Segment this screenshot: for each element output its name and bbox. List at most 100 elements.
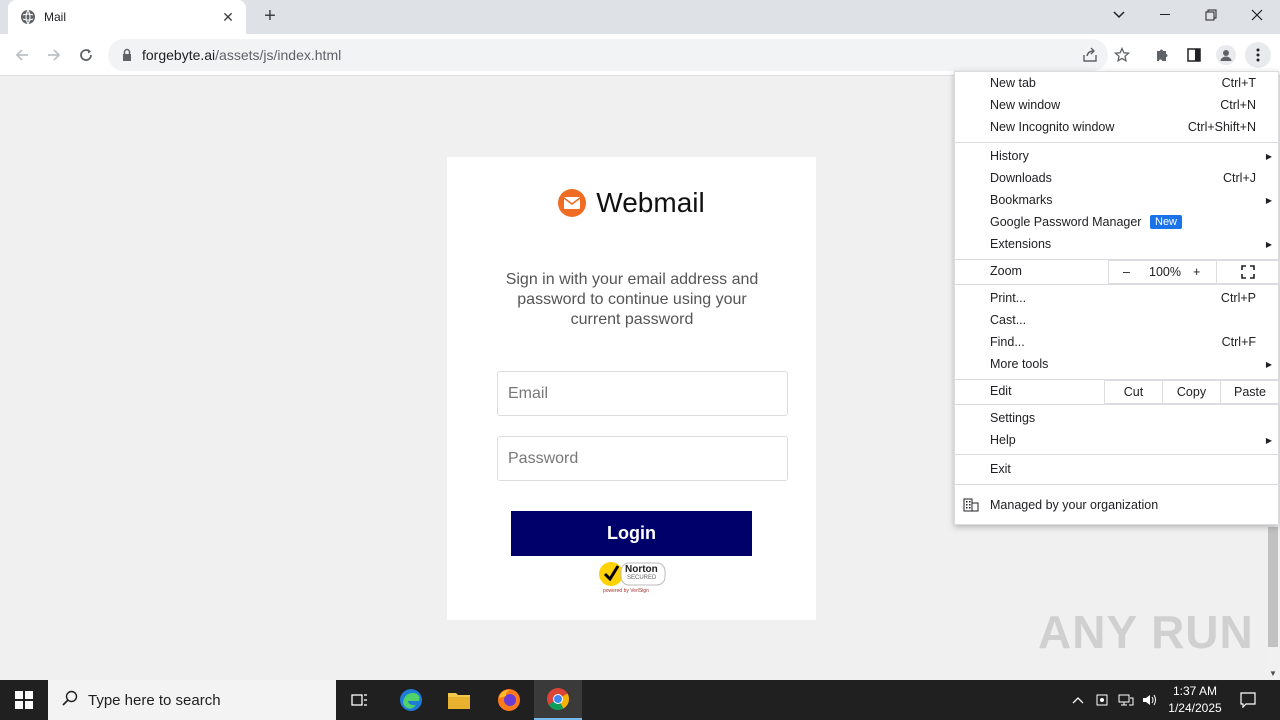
zoom-in-button[interactable]: +	[1193, 265, 1200, 279]
back-arrow-icon[interactable]	[9, 42, 35, 68]
edge-browser-icon[interactable]	[387, 680, 435, 720]
menu-label: Cast...	[990, 313, 1027, 327]
notifications-icon[interactable]	[1236, 680, 1260, 720]
menu-item-settings[interactable]: Settings	[955, 407, 1280, 429]
menu-shortcut: Ctrl+Shift+N	[1187, 120, 1256, 134]
minimize-button[interactable]	[1142, 0, 1188, 30]
file-explorer-icon[interactable]	[435, 680, 483, 720]
menu-item-more-tools[interactable]: More tools ▶	[955, 353, 1280, 375]
email-field[interactable]	[497, 371, 788, 416]
building-icon	[963, 498, 979, 515]
submenu-arrow-icon: ▶	[1265, 435, 1272, 445]
menu-label: Find...	[990, 335, 1025, 349]
chrome-menu-icon[interactable]	[1245, 42, 1271, 68]
tab-search-icon[interactable]	[1096, 0, 1142, 30]
windows-start-icon[interactable]	[0, 680, 48, 720]
browser-tab[interactable]: Mail ✕	[8, 0, 246, 34]
taskbar-clock[interactable]: 1:37 AM 1/24/2025	[1160, 683, 1230, 717]
menu-item-new-window[interactable]: New window Ctrl+N	[955, 94, 1280, 116]
menu-label: Downloads	[990, 171, 1052, 185]
lock-icon	[120, 48, 134, 62]
menu-item-help[interactable]: Help ▶	[955, 429, 1280, 451]
menu-label: Settings	[990, 411, 1036, 425]
submenu-arrow-icon: ▶	[1265, 239, 1272, 249]
forward-arrow-icon[interactable]	[41, 42, 67, 68]
taskbar-search-box[interactable]: Type here to search	[48, 680, 336, 720]
menu-item-history[interactable]: History ▶	[955, 145, 1280, 167]
address-bar[interactable]: forgebyte.ai/assets/js/index.html	[108, 39, 1108, 71]
menu-label: New Incognito window	[990, 120, 1115, 134]
menu-label: Exit	[990, 462, 1011, 476]
brand-header: Webmail	[447, 187, 816, 219]
new-tab-button[interactable]: +	[258, 6, 282, 28]
menu-label: Managed by your organization	[990, 498, 1159, 512]
mail-envelope-icon	[558, 189, 587, 217]
reload-icon[interactable]	[73, 42, 99, 68]
paste-button[interactable]: Paste	[1220, 380, 1280, 404]
globe-icon	[20, 9, 36, 25]
menu-item-incognito[interactable]: New Incognito window Ctrl+Shift+N	[955, 116, 1280, 138]
restore-button[interactable]	[1188, 0, 1234, 30]
extensions-puzzle-icon[interactable]	[1149, 42, 1175, 68]
profile-avatar-icon[interactable]	[1213, 42, 1239, 68]
new-badge: New	[1150, 215, 1183, 229]
clock-date: 1/24/2025	[1168, 701, 1222, 715]
norton-secured-badge: Norton SECURED powered by VeriSign	[597, 558, 667, 596]
chrome-taskbar-icon[interactable]	[534, 680, 582, 720]
side-panel-icon[interactable]	[1181, 42, 1207, 68]
close-window-button[interactable]	[1234, 0, 1280, 30]
menu-shortcut: Ctrl+T	[1221, 76, 1256, 90]
menu-label: Help	[990, 433, 1016, 447]
menu-item-downloads[interactable]: Downloads Ctrl+J	[955, 167, 1280, 189]
menu-item-cast[interactable]: Cast...	[955, 309, 1280, 331]
firefox-icon[interactable]	[485, 680, 533, 720]
anyrun-watermark: ANY RUN	[1038, 606, 1254, 658]
submenu-arrow-icon: ▶	[1265, 359, 1272, 369]
tab-strip: Mail ✕ +	[0, 0, 1280, 34]
menu-item-bookmarks[interactable]: Bookmarks ▶	[955, 189, 1280, 211]
copy-button[interactable]: Copy	[1162, 380, 1220, 404]
menu-item-extensions[interactable]: Extensions ▶	[955, 233, 1280, 255]
scrollbar-thumb[interactable]	[1268, 527, 1278, 647]
login-button[interactable]: Login	[511, 511, 752, 556]
login-description: Sign in with your email address and pass…	[505, 271, 759, 328]
menu-item-print[interactable]: Print... Ctrl+P	[955, 287, 1280, 309]
menu-label: Extensions	[990, 237, 1052, 251]
menu-item-find[interactable]: Find... Ctrl+F	[955, 331, 1280, 353]
cut-button[interactable]: Cut	[1104, 380, 1162, 404]
brand-name: Webmail	[596, 187, 705, 218]
tab-close-icon[interactable]: ✕	[220, 9, 236, 26]
norton-secured-text: SECURED	[627, 575, 657, 581]
menu-separator	[955, 142, 1280, 143]
clock-time: 1:37 AM	[1172, 684, 1218, 698]
task-view-icon[interactable]	[336, 680, 384, 720]
tray-chevron-up-icon[interactable]	[1068, 680, 1088, 720]
bookmark-star-icon[interactable]	[1109, 42, 1135, 68]
submenu-arrow-icon: ▶	[1265, 195, 1272, 205]
scroll-down-arrow-icon[interactable]: ▼	[1269, 669, 1277, 678]
menu-item-managed[interactable]: Managed by your organization	[955, 494, 1280, 516]
menu-label: Zoom	[990, 264, 1022, 278]
volume-icon[interactable]	[1140, 680, 1160, 720]
zoom-level: 100%	[1149, 265, 1181, 279]
norton-powered-text: powered by VeriSign	[603, 588, 649, 594]
menu-shortcut: Ctrl+P	[1220, 291, 1256, 305]
network-icon[interactable]	[1116, 680, 1136, 720]
menu-separator	[955, 284, 1280, 285]
menu-item-exit[interactable]: Exit	[955, 458, 1280, 480]
menu-edit-row: Edit Cut Copy Paste	[955, 380, 1280, 404]
menu-item-new-tab[interactable]: New tab Ctrl+T	[955, 72, 1280, 94]
share-icon[interactable]	[1077, 42, 1103, 68]
password-field[interactable]	[497, 436, 788, 481]
device-icon[interactable]	[1092, 680, 1112, 720]
menu-zoom-row: Zoom – 100% +	[955, 260, 1280, 284]
menu-separator	[955, 404, 1280, 405]
zoom-controls: – 100% +	[1108, 260, 1216, 284]
browser-toolbar: forgebyte.ai/assets/js/index.html	[0, 34, 1280, 76]
search-icon	[62, 690, 78, 711]
submenu-arrow-icon: ▶	[1265, 151, 1272, 161]
zoom-out-button[interactable]: –	[1123, 265, 1130, 279]
menu-item-password-manager[interactable]: Google Password Manager New	[955, 211, 1280, 233]
fullscreen-icon[interactable]	[1216, 260, 1280, 284]
tab-title: Mail	[44, 10, 67, 24]
